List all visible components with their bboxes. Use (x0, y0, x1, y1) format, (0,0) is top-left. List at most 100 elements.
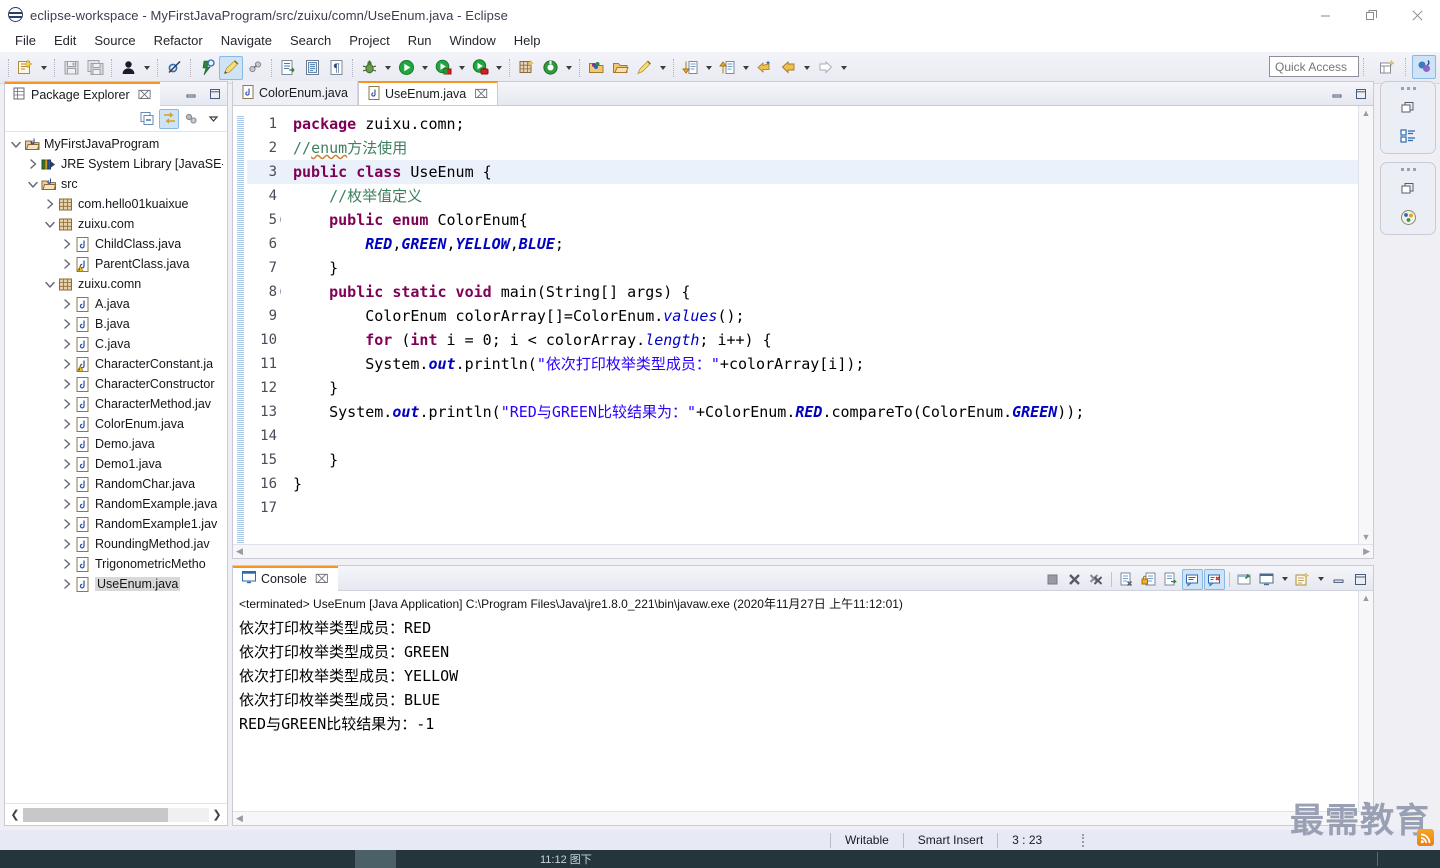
display-console-dropdown-icon[interactable] (1278, 567, 1291, 591)
tree-item[interactable]: zuixu.comn (5, 274, 227, 294)
link-with-editor-icon[interactable] (159, 108, 179, 129)
tree-item[interactable]: RandomChar.java (5, 474, 227, 494)
search-pen-icon[interactable] (632, 56, 656, 80)
open-task-icon[interactable] (300, 56, 324, 80)
chevron-right-icon[interactable] (60, 314, 74, 334)
chevron-right-icon[interactable] (60, 414, 74, 434)
drag-grip[interactable] (1397, 85, 1419, 92)
save-icon[interactable] (59, 56, 83, 80)
tree-item[interactable]: A.java (5, 294, 227, 314)
debug-bug-icon[interactable] (357, 56, 381, 80)
external-tools-icon[interactable] (431, 56, 455, 80)
run-dropdown-icon[interactable] (418, 56, 431, 80)
next-annotation-icon[interactable] (678, 56, 702, 80)
save-all-icon[interactable] (83, 56, 107, 80)
view-menu-icon[interactable] (203, 109, 223, 129)
scroll-up-icon[interactable]: ▲ (1362, 108, 1371, 118)
chevron-down-icon[interactable] (43, 214, 57, 234)
drag-grip[interactable] (1397, 166, 1419, 173)
tree-item[interactable]: RandomExample.java (5, 494, 227, 514)
menu-run[interactable]: Run (399, 31, 441, 51)
hscroll-track[interactable] (23, 807, 209, 822)
chevron-down-icon[interactable] (26, 174, 40, 194)
tab-console[interactable]: Console ⌧ (233, 565, 338, 591)
forward-dropdown-icon[interactable] (837, 56, 850, 80)
collapse-all-icon[interactable] (137, 109, 157, 129)
chevron-right-icon[interactable] (60, 294, 74, 314)
chevron-down-icon[interactable] (43, 274, 57, 294)
hscroll-thumb[interactable] (23, 807, 169, 822)
terminate-icon[interactable] (1042, 569, 1063, 590)
close-icon[interactable]: ⌧ (138, 88, 152, 102)
console-output-area[interactable]: <terminated> UseEnum [Java Application] … (233, 591, 1358, 811)
scroll-right-icon[interactable]: ▶ (1363, 546, 1370, 557)
pin-console-icon[interactable] (1234, 569, 1255, 590)
editor-hscrollbar[interactable]: ◀ ▶ (233, 544, 1373, 558)
coverage-icon[interactable] (468, 56, 492, 80)
tab-color-enum-java[interactable]: ColorEnum.java (233, 81, 358, 105)
person-dropdown-icon[interactable] (140, 56, 153, 80)
restore-icon[interactable] (1395, 177, 1421, 201)
tree-item[interactable]: ParentClass.java (5, 254, 227, 274)
scroll-left-icon[interactable]: ❮ (7, 807, 23, 823)
chevron-right-icon[interactable] (60, 374, 74, 394)
external-tools-dropdown-icon[interactable] (455, 56, 468, 80)
palette-icon[interactable] (1395, 205, 1421, 229)
coverage-dropdown-icon[interactable] (492, 56, 505, 80)
restore-icon[interactable] (1395, 96, 1421, 120)
chevron-right-icon[interactable] (60, 434, 74, 454)
menu-source[interactable]: Source (85, 31, 144, 51)
scroll-left-icon[interactable]: ◀ (236, 813, 243, 824)
new-wizard-icon[interactable] (13, 56, 37, 80)
remove-launch-icon[interactable] (1064, 569, 1085, 590)
chevron-right-icon[interactable] (60, 354, 74, 374)
menu-window[interactable]: Window (441, 31, 505, 51)
chevron-right-icon[interactable] (60, 494, 74, 514)
maximize-icon[interactable] (1353, 86, 1369, 102)
code-area[interactable]: package zuixu.comn;//enum方法使用 public clas… (281, 106, 1358, 544)
tab-use-enum-java[interactable]: UseEnum.java ⌧ (357, 81, 499, 105)
link-icon[interactable] (243, 56, 267, 80)
menu-navigate[interactable]: Navigate (212, 31, 281, 51)
close-button[interactable] (1394, 0, 1440, 30)
minimize-button[interactable] (1302, 0, 1348, 30)
chevron-right-icon[interactable] (60, 514, 74, 534)
console-vscrollbar[interactable]: ▲ ▼ (1358, 591, 1373, 811)
new-java-project-icon[interactable] (514, 56, 538, 80)
debug-dropdown-icon[interactable] (381, 56, 394, 80)
tree-item[interactable]: UseEnum.java (5, 574, 227, 594)
tree-item[interactable]: RoundingMethod.jav (5, 534, 227, 554)
menu-project[interactable]: Project (340, 31, 398, 51)
tree-item[interactable]: ColorEnum.java (5, 414, 227, 434)
maximize-icon[interactable] (1350, 569, 1371, 590)
menu-help[interactable]: Help (505, 31, 550, 51)
menu-refactor[interactable]: Refactor (145, 31, 212, 51)
pencil-icon[interactable] (219, 55, 243, 80)
menu-edit[interactable]: Edit (45, 31, 85, 51)
tree-item[interactable]: com.hello01kuaixue (5, 194, 227, 214)
back-icon[interactable] (776, 56, 800, 80)
new-class-icon[interactable] (538, 56, 562, 80)
restore-button[interactable] (1348, 0, 1394, 30)
new-console-dropdown-icon[interactable] (1314, 567, 1327, 591)
chevron-right-icon[interactable] (60, 334, 74, 354)
chevron-right-icon[interactable] (26, 154, 40, 174)
chevron-right-icon[interactable] (60, 234, 74, 254)
next-annotation-dropdown-icon[interactable] (702, 56, 715, 80)
focus-on-active-task-icon[interactable] (181, 109, 201, 129)
close-icon[interactable]: ⌧ (315, 572, 329, 586)
chevron-right-icon[interactable] (60, 474, 74, 494)
explorer-hscrollbar[interactable]: ❮ ❯ (5, 803, 227, 825)
editor-vscrollbar[interactable]: ▲ ▼ (1358, 106, 1373, 544)
pilcrow-icon[interactable]: ¶ (324, 56, 348, 80)
tree-item[interactable]: MyFirstJavaProgram (5, 134, 227, 154)
forward-icon[interactable] (813, 56, 837, 80)
minimize-icon[interactable] (1329, 86, 1345, 102)
tree-item[interactable]: ChildClass.java (5, 234, 227, 254)
open-perspective-icon[interactable] (1375, 55, 1399, 79)
word-wrap-icon[interactable] (1160, 569, 1181, 590)
tree-item[interactable]: CharacterConstructor (5, 374, 227, 394)
show-console-on-error-icon[interactable] (1204, 568, 1225, 590)
close-icon[interactable]: ⌧ (474, 87, 488, 101)
display-console-icon[interactable] (1256, 569, 1277, 590)
